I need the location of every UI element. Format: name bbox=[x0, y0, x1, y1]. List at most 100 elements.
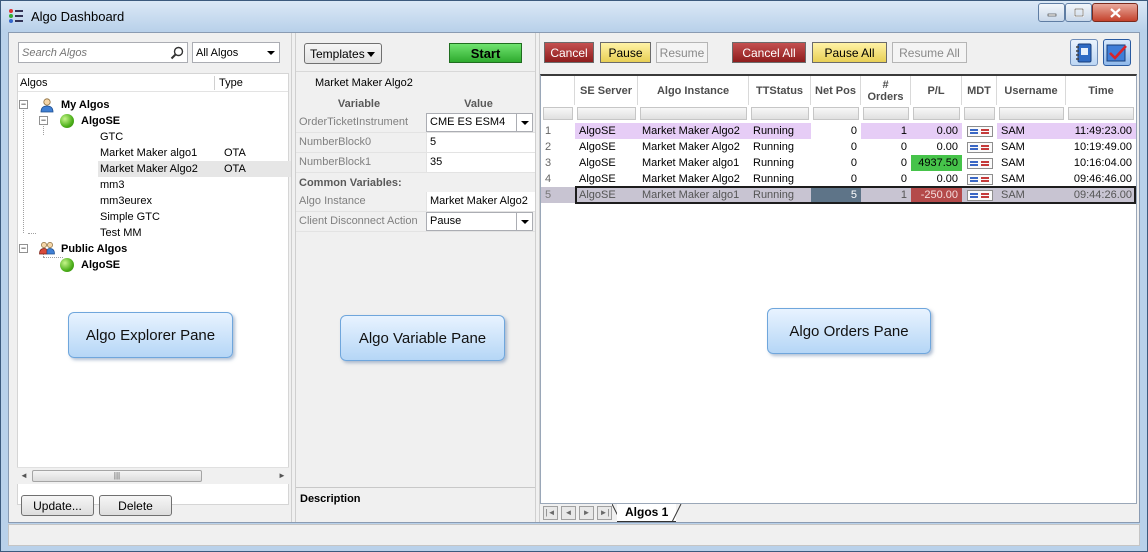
pause-all-button[interactable]: Pause All bbox=[812, 42, 887, 63]
tab-algos-1[interactable]: Algos 1 bbox=[617, 504, 677, 522]
search-input[interactable] bbox=[19, 43, 165, 62]
filter-mdt[interactable] bbox=[964, 107, 995, 120]
tree-item-simple-gtc[interactable]: Simple GTC bbox=[100, 209, 160, 225]
filter-net-pos[interactable] bbox=[813, 107, 859, 120]
first-tab-icon[interactable]: |◄ bbox=[543, 506, 558, 520]
pause-button[interactable]: Pause bbox=[600, 42, 651, 63]
algo-tree: Algos Type − My Algos − AlgoSE GTC Marke… bbox=[17, 73, 296, 505]
tree-item-test-mm[interactable]: Test MM bbox=[100, 225, 142, 241]
public-algos-expander[interactable]: − bbox=[19, 244, 28, 253]
filter-pl[interactable] bbox=[913, 107, 960, 120]
update-button[interactable]: Update... bbox=[21, 495, 94, 516]
start-button[interactable]: Start bbox=[449, 43, 522, 63]
my-algos-expander[interactable]: − bbox=[19, 100, 28, 109]
algo-variable-pane: Templates Start Market Maker Algo2 Varia… bbox=[296, 33, 535, 522]
variable-name: Algo Instance bbox=[299, 195, 366, 207]
last-tab-icon[interactable]: ►| bbox=[597, 506, 612, 520]
tree-item-gtc[interactable]: GTC bbox=[100, 129, 288, 145]
cancel-all-button[interactable]: Cancel All bbox=[732, 42, 806, 63]
table-row[interactable]: 2 AlgoSE Market Maker Algo2 Running 0 0 … bbox=[541, 139, 1136, 155]
col-net-pos-header[interactable]: Net Pos bbox=[811, 76, 861, 105]
col-time-header[interactable]: Time bbox=[1066, 76, 1136, 105]
chevron-down-icon bbox=[516, 213, 532, 230]
tree-my-algos[interactable]: My Algos bbox=[61, 97, 110, 113]
resume-all-button[interactable]: Resume All bbox=[892, 42, 967, 63]
next-tab-icon[interactable]: ► bbox=[579, 506, 594, 520]
disconnect-action-dropdown[interactable]: Pause bbox=[426, 212, 533, 231]
market-depth-icon[interactable] bbox=[967, 174, 993, 185]
filter-algo-instance[interactable] bbox=[640, 107, 747, 120]
algo-filter-dropdown[interactable]: All Algos bbox=[192, 42, 280, 63]
col-ttstatus-header[interactable]: TTStatus bbox=[749, 76, 811, 105]
market-depth-icon[interactable] bbox=[967, 126, 993, 137]
table-row[interactable]: 1 AlgoSE Market Maker Algo2 Running 0 1 … bbox=[541, 123, 1136, 139]
filter-ttstatus[interactable] bbox=[751, 107, 809, 120]
algose-expander[interactable]: − bbox=[39, 116, 48, 125]
col-pl-header[interactable]: P/L bbox=[911, 76, 962, 105]
table-row-selected[interactable]: 5 AlgoSE Market Maker algo1 Running 5 1 … bbox=[541, 187, 1136, 203]
tree-header: Algos Type bbox=[18, 74, 288, 92]
table-row[interactable]: 4 AlgoSE Market Maker Algo2 Running 0 0 … bbox=[541, 171, 1136, 187]
variable-name: NumberBlock0 bbox=[299, 136, 372, 148]
group-icon bbox=[39, 242, 55, 255]
variable-row: OrderTicketInstrument CME ES ESM4 bbox=[296, 113, 535, 133]
title-bar: Algo Dashboard bbox=[1, 1, 1147, 31]
tree-algose[interactable]: AlgoSE bbox=[81, 113, 120, 129]
minimize-button[interactable] bbox=[1038, 3, 1065, 22]
templates-dropdown[interactable]: Templates bbox=[304, 43, 382, 64]
filter-cell[interactable] bbox=[543, 107, 573, 120]
filter-orders[interactable] bbox=[863, 107, 909, 120]
col-se-server-header[interactable]: SE Server bbox=[575, 76, 638, 105]
tree-item-market-maker-algo2[interactable]: Market Maker Algo2 OTA bbox=[98, 161, 296, 177]
maximize-button[interactable] bbox=[1065, 3, 1092, 22]
resume-button[interactable]: Resume bbox=[656, 42, 708, 63]
algo-instance-field[interactable]: Market Maker Algo2 bbox=[426, 192, 535, 211]
selected-algo-name: Market Maker Algo2 bbox=[315, 77, 413, 89]
explorer-horizontal-scrollbar[interactable]: ◄ ||| ► bbox=[17, 467, 289, 484]
col-algo-instance-header[interactable]: Algo Instance bbox=[638, 76, 749, 105]
market-depth-icon[interactable] bbox=[967, 142, 993, 153]
col-orders-header[interactable]: # Orders bbox=[861, 76, 911, 105]
chevron-down-icon bbox=[516, 114, 532, 131]
col-mdt-header[interactable]: MDT bbox=[962, 76, 997, 105]
table-row[interactable]: 3 AlgoSE Market Maker algo1 Running 0 0 … bbox=[541, 155, 1136, 171]
confirm-button[interactable] bbox=[1103, 39, 1131, 66]
market-depth-icon[interactable] bbox=[967, 158, 993, 169]
number-block1-field[interactable]: 35 bbox=[426, 153, 535, 172]
scrollbar-thumb[interactable]: ||| bbox=[32, 470, 202, 482]
variable-row: Algo Instance Market Maker Algo2 bbox=[296, 192, 535, 212]
filter-se-server[interactable] bbox=[577, 107, 636, 120]
col-username-header[interactable]: Username bbox=[997, 76, 1066, 105]
close-button[interactable] bbox=[1092, 3, 1138, 22]
description-label: Description bbox=[300, 493, 361, 505]
search-algos-box[interactable] bbox=[18, 42, 188, 63]
variable-name: Client Disconnect Action bbox=[299, 215, 418, 227]
scroll-right-icon[interactable]: ► bbox=[278, 471, 286, 480]
notebook-button[interactable] bbox=[1070, 39, 1098, 66]
filter-time[interactable] bbox=[1068, 107, 1134, 120]
col-algos-header[interactable]: Algos bbox=[20, 77, 48, 89]
tree-public-algos[interactable]: Public Algos bbox=[61, 241, 127, 257]
col-value-header: Value bbox=[422, 95, 535, 113]
tree-item-type: OTA bbox=[224, 147, 246, 159]
scroll-left-icon[interactable]: ◄ bbox=[20, 471, 28, 480]
filter-username[interactable] bbox=[999, 107, 1064, 120]
cancel-button[interactable]: Cancel bbox=[544, 42, 594, 63]
market-depth-icon[interactable] bbox=[967, 190, 993, 201]
variable-row: NumberBlock0 5 bbox=[296, 133, 535, 153]
tree-item-mm3[interactable]: mm3 bbox=[100, 177, 124, 193]
tree-item-mm3eurex[interactable]: mm3eurex bbox=[100, 193, 152, 209]
chevron-down-icon bbox=[263, 43, 279, 62]
variable-name: NumberBlock1 bbox=[299, 156, 372, 168]
number-block0-field[interactable]: 5 bbox=[426, 133, 535, 152]
notebook-icon bbox=[1076, 43, 1092, 62]
delete-button[interactable]: Delete bbox=[99, 495, 172, 516]
minimize-icon bbox=[1047, 13, 1056, 16]
instrument-dropdown[interactable]: CME ES ESM4 bbox=[426, 113, 533, 132]
prev-tab-icon[interactable]: ◄ bbox=[561, 506, 576, 520]
col-type-header[interactable]: Type bbox=[219, 77, 243, 89]
tree-public-algose[interactable]: AlgoSE bbox=[81, 257, 120, 273]
tree-item-market-maker-algo1[interactable]: Market Maker algo1 OTA bbox=[100, 145, 288, 161]
callout-orders-pane: Algo Orders Pane bbox=[767, 308, 931, 354]
search-icon[interactable] bbox=[170, 46, 184, 60]
